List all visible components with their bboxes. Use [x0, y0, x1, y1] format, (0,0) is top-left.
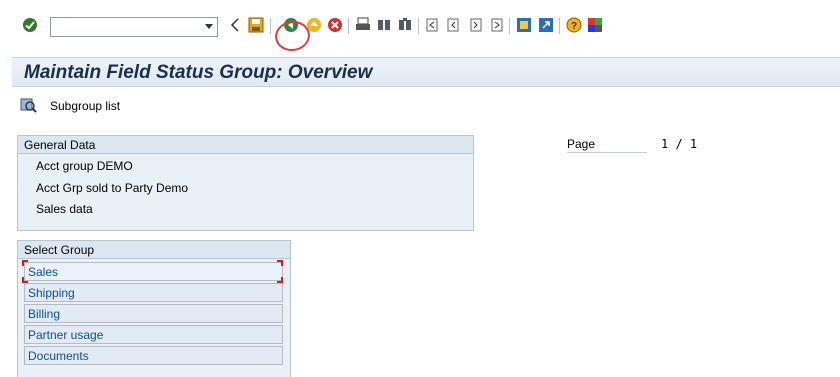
subgroup-list-icon[interactable] — [20, 97, 37, 114]
print-icon[interactable] — [355, 17, 371, 33]
focus-corner — [22, 277, 28, 283]
general-data-heading: General Data — [18, 136, 473, 154]
page-title: Maintain Field Status Group: Overview — [24, 62, 373, 83]
system-toolbar: ? — [0, 8, 840, 54]
select-group-item-sales[interactable]: Sales — [24, 262, 283, 281]
previous-page-icon[interactable] — [446, 17, 462, 33]
select-group-frame: Select Group Sales Shipping Billing Part… — [17, 240, 291, 377]
shortcut-icon[interactable] — [538, 17, 554, 33]
select-group-item-billing[interactable]: Billing — [24, 304, 283, 323]
save-icon[interactable] — [248, 17, 264, 33]
focus-corner — [22, 260, 28, 266]
separator — [348, 18, 349, 34]
create-session-icon[interactable] — [516, 17, 532, 33]
command-field[interactable] — [50, 17, 218, 37]
next-page-icon[interactable] — [467, 17, 483, 33]
focus-corner — [277, 260, 283, 266]
find-icon[interactable] — [376, 17, 392, 33]
subgroup-list-button[interactable]: Subgroup list — [50, 99, 120, 113]
back-arrow-icon[interactable] — [227, 17, 243, 33]
select-group-item-partner-usage[interactable]: Partner usage — [24, 325, 283, 344]
cancel-icon[interactable] — [327, 17, 343, 33]
focus-corner — [277, 277, 283, 283]
acct-group-description: Acct Grp sold to Party Demo — [36, 181, 189, 195]
dropdown-arrow-icon[interactable] — [205, 24, 213, 29]
select-group-heading: Select Group — [18, 241, 290, 259]
svg-text:?: ? — [571, 21, 577, 32]
separator — [559, 18, 560, 34]
page-label: Page — [567, 137, 647, 153]
customize-layout-icon[interactable] — [587, 17, 603, 33]
application-toolbar: Subgroup list — [12, 93, 840, 119]
separator — [270, 18, 271, 34]
title-bar: Maintain Field Status Group: Overview — [12, 57, 840, 87]
separator — [418, 18, 419, 34]
select-group-item-documents[interactable]: Documents — [24, 346, 283, 365]
separator — [509, 18, 510, 34]
page-value: 1 / 1 — [661, 137, 698, 151]
enter-checkmark-icon[interactable] — [22, 17, 38, 33]
first-page-icon[interactable] — [425, 17, 441, 33]
help-icon[interactable]: ? — [566, 17, 582, 33]
sales-data-text: Sales data — [36, 202, 93, 216]
last-page-icon[interactable] — [488, 17, 504, 33]
select-group-item-shipping[interactable]: Shipping — [24, 283, 283, 302]
find-next-icon[interactable] — [397, 17, 413, 33]
acct-group-text: Acct group DEMO — [36, 159, 133, 173]
general-data-frame: General Data Acct group DEMO Acct Grp so… — [17, 135, 474, 231]
